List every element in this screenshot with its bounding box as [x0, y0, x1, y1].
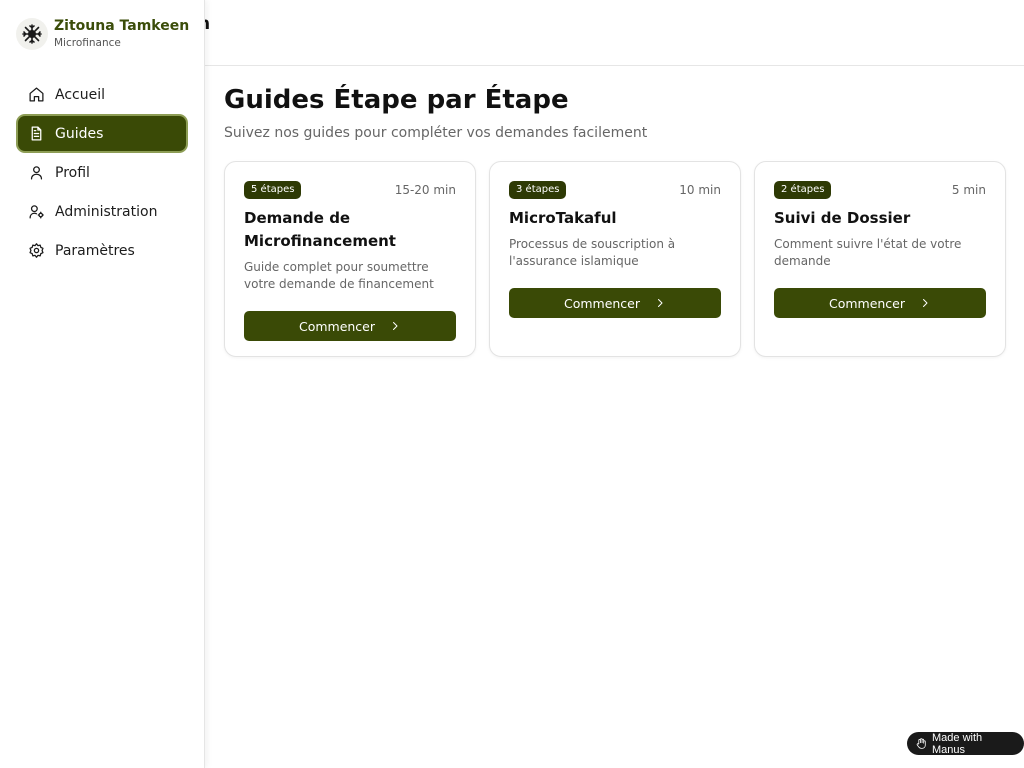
brand-name: Zitouna Tamkeen [54, 18, 190, 34]
sidebar-item-accueil[interactable]: Accueil [18, 77, 186, 112]
guide-card-microtakaful: 3 étapes 10 min MicroTakaful Processus d… [489, 161, 741, 357]
steps-badge: 3 étapes [509, 181, 567, 199]
card-title: Suivi de Dossier [774, 209, 911, 227]
page-subtitle: Suivez nos guides pour compléter vos dem… [224, 125, 648, 141]
sidebar-nav: Accueil Guides Profil Administration Par… [18, 77, 186, 272]
chevron-right-icon [654, 297, 666, 309]
tree-icon [16, 18, 48, 50]
sidebar-item-label: Administration [55, 203, 158, 220]
sidebar-item-label: Paramètres [55, 242, 135, 259]
manus-hand-icon [915, 737, 928, 750]
start-button[interactable]: Commencer [244, 311, 456, 341]
card-description: Processus de souscription à l'assurance … [509, 237, 676, 268]
guide-card-microfinancement: 5 étapes 15-20 min Demande de Microfinan… [224, 161, 476, 357]
start-button-label: Commencer [298, 318, 376, 334]
guide-cards: 5 étapes 15-20 min Demande de Microfinan… [224, 161, 1006, 357]
sidebar-item-profil[interactable]: Profil [18, 155, 186, 190]
page-title: Guides Étape par Étape [224, 85, 569, 115]
chevron-right-icon [919, 297, 931, 309]
gear-icon [27, 242, 45, 260]
start-button[interactable]: Commencer [774, 288, 986, 318]
sidebar-item-label: Guides [55, 125, 104, 142]
guide-card-suivi-dossier: 2 étapes 5 min Suivi de Dossier Comment … [754, 161, 1006, 357]
user-icon [27, 164, 45, 182]
sidebar: Zitouna Tamkeen Microfinance Accueil Gui… [0, 0, 205, 768]
made-with-manus-badge[interactable]: Made with Manus [907, 731, 1024, 756]
duration-text: 15-20 min [394, 183, 456, 197]
home-icon [27, 86, 45, 104]
card-description: Guide complet pour soumettre votre deman… [244, 260, 434, 291]
main-content: Guides Étape par Étape Suivez nos guides… [224, 84, 1006, 357]
start-button-label: Commencer [828, 295, 906, 311]
sidebar-item-label: Profil [55, 164, 90, 181]
card-title: Demande de Microfinancement [244, 209, 396, 250]
document-icon [27, 125, 45, 143]
brand-subtitle: Microfinance [54, 37, 121, 49]
made-with-manus-label: Made with Manus [932, 731, 983, 756]
start-button-label: Commencer [563, 295, 641, 311]
steps-badge: 5 étapes [244, 181, 302, 199]
card-description: Comment suivre l'état de votre demande [774, 237, 962, 268]
sidebar-item-administration[interactable]: Administration [18, 194, 186, 229]
sidebar-item-guides[interactable]: Guides [18, 116, 186, 151]
sidebar-item-label: Accueil [55, 86, 105, 103]
chevron-right-icon [389, 320, 401, 332]
sidebar-item-parametres[interactable]: Paramètres [18, 233, 186, 268]
brand[interactable]: Zitouna Tamkeen Microfinance [16, 17, 189, 51]
duration-text: 5 min [951, 183, 986, 197]
start-button[interactable]: Commencer [509, 288, 721, 318]
user-cog-icon [27, 203, 45, 221]
steps-badge: 2 étapes [774, 181, 832, 199]
card-title: MicroTakaful [509, 209, 617, 227]
duration-text: 10 min [679, 183, 721, 197]
